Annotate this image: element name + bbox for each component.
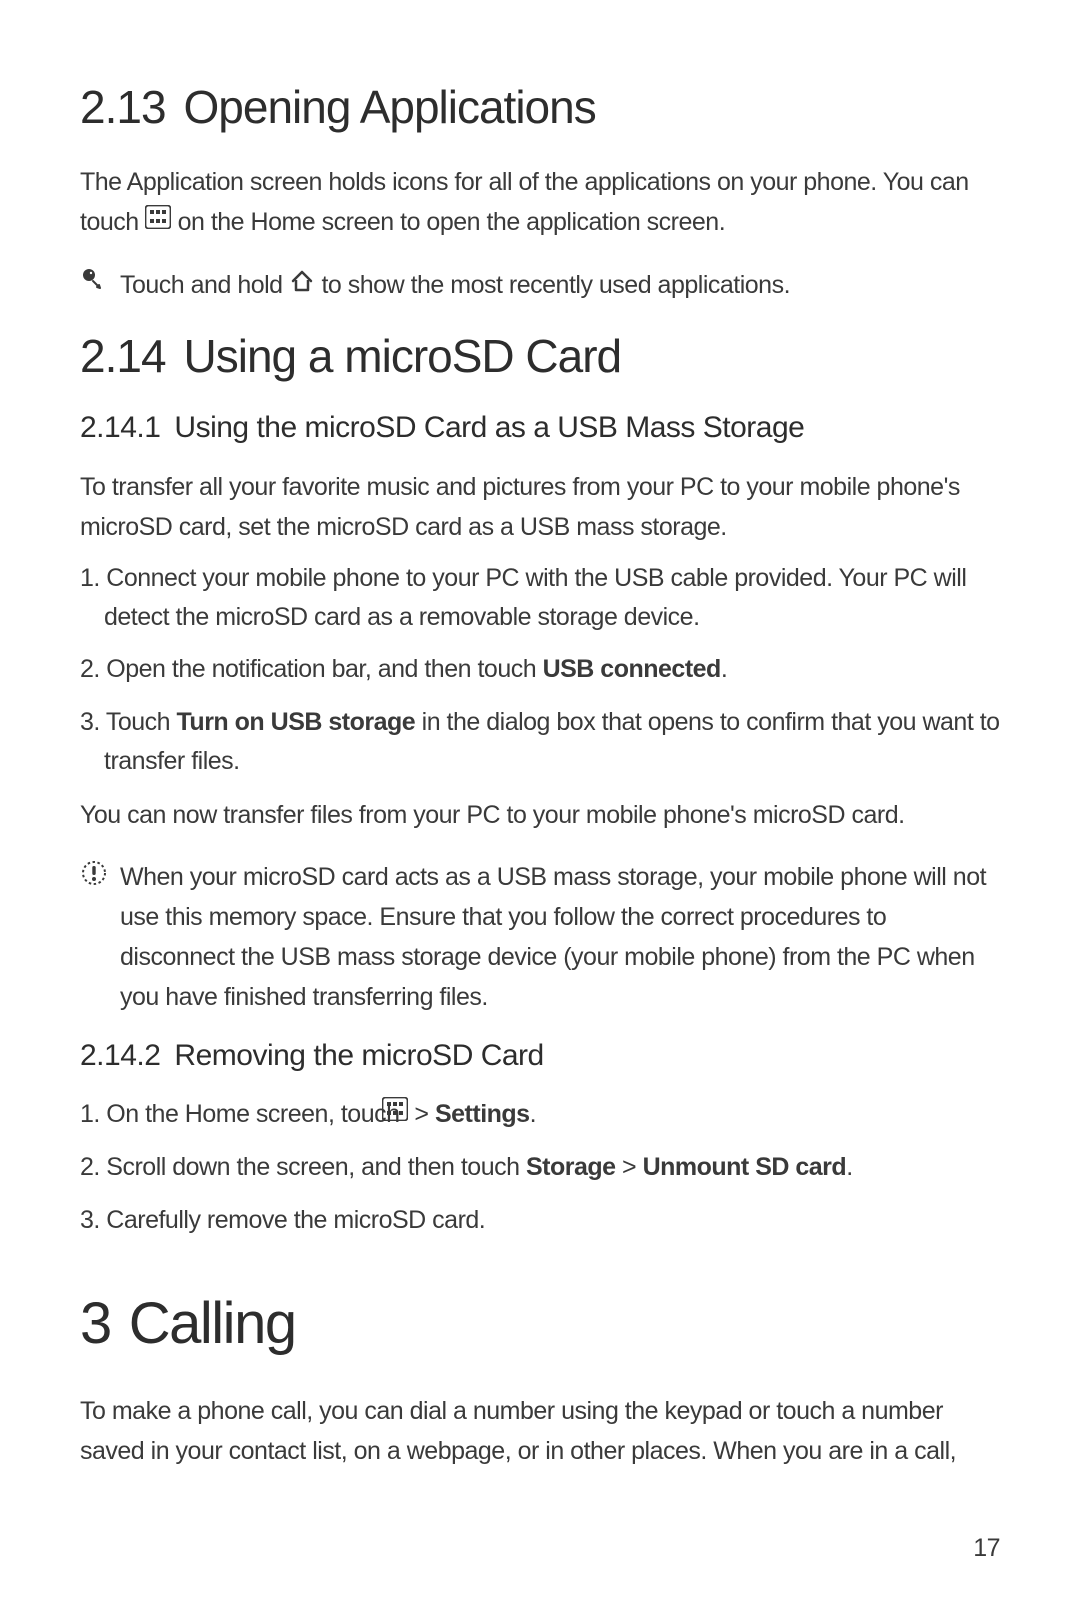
tip-icon <box>80 265 120 297</box>
heading-2-14-1: 2.14.1 Using the microSD Card as a USB Ma… <box>80 411 1000 445</box>
heading-text: Opening Applications <box>184 81 596 133</box>
list-item: 2. Open the notification bar, and then t… <box>80 650 1000 689</box>
tip-row: Touch and hold to show the most recently… <box>80 265 1000 306</box>
heading-2-13: 2.13 Opening Applications <box>80 80 1000 134</box>
list-item: 1. On the Home screen, touch > Settings. <box>80 1095 1000 1135</box>
heading-number: 3 <box>80 1291 111 1356</box>
heading-number: 2.14 <box>80 330 166 382</box>
heading-2-14: 2.14 Using a microSD Card <box>80 329 1000 383</box>
heading-text: Using the microSD Card as a USB Mass Sto… <box>174 411 804 444</box>
list-item: 3. Touch Turn on USB storage in the dial… <box>80 703 1000 781</box>
paragraph: You can now transfer files from your PC … <box>80 795 1000 835</box>
paragraph: To transfer all your favorite music and … <box>80 467 1000 547</box>
heading-text: Using a microSD Card <box>184 330 622 382</box>
apps-grid-icon <box>406 1094 408 1133</box>
ordered-list: 1. On the Home screen, touch > Settings.… <box>80 1095 1000 1240</box>
ordered-list: 1. Connect your mobile phone to your PC … <box>80 559 1000 781</box>
heading-2-14-2: 2.14.2 Removing the microSD Card <box>80 1039 1000 1073</box>
warning-row: When your microSD card acts as a USB mas… <box>80 857 1000 1017</box>
list-item: 1. Connect your mobile phone to your PC … <box>80 559 1000 637</box>
paragraph: The Application screen holds icons for a… <box>80 162 1000 243</box>
page-number: 17 <box>973 1534 1000 1563</box>
heading-number: 2.13 <box>80 81 166 133</box>
paragraph: To make a phone call, you can dial a num… <box>80 1391 1000 1471</box>
heading-text: Calling <box>129 1291 296 1356</box>
tip-text: Touch and hold to show the most recently… <box>120 265 1000 306</box>
warning-text: When your microSD card acts as a USB mas… <box>120 857 1000 1017</box>
heading-chapter-3: 3 Calling <box>80 1290 1000 1357</box>
warning-icon <box>80 857 120 889</box>
heading-number: 2.14.2 <box>80 1039 160 1072</box>
list-item: 2. Scroll down the screen, and then touc… <box>80 1148 1000 1187</box>
heading-number: 2.14.1 <box>80 411 160 444</box>
list-item: 3. Carefully remove the microSD card. <box>80 1201 1000 1240</box>
heading-text: Removing the microSD Card <box>174 1039 543 1072</box>
home-icon <box>289 265 315 305</box>
apps-grid-icon <box>145 201 171 241</box>
